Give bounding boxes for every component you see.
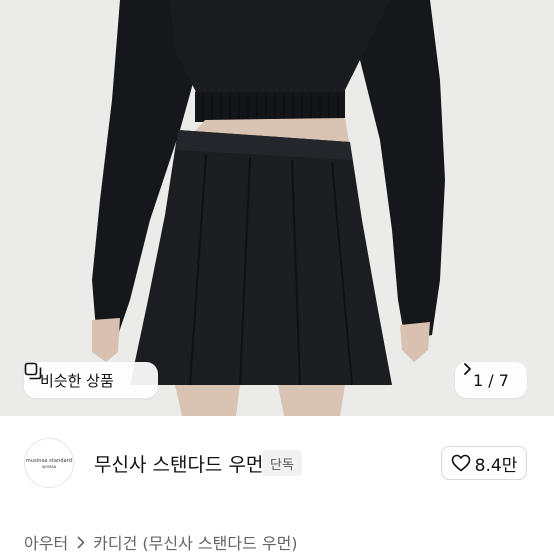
heart-outline-icon [451,454,470,472]
brand-logo-text: musinsa standard [25,457,73,464]
breadcrumb-item-cardigan[interactable]: 카디건 (무신사 스탠다드 우먼) [93,530,297,554]
brand-like-button[interactable]: 8.4만 [441,446,527,480]
gallery-pager[interactable]: 1 / 7 [455,362,527,398]
similar-items-label: 비슷한 상품 [40,371,114,390]
chevron-right-icon [77,536,85,548]
similar-items-icon [24,362,42,380]
chevron-right-icon[interactable] [463,362,472,376]
exclusive-badge: 단독 [262,450,302,476]
product-photo [0,0,554,416]
breadcrumb: 아우터 카디건 (무신사 스탠다드 우먼) [24,530,298,554]
similar-items-button[interactable]: 비슷한 상품 [24,362,158,398]
brand-logo[interactable]: musinsa standard WOMAN [24,438,74,488]
breadcrumb-item-outer[interactable]: 아우터 [24,530,68,554]
brand-row: musinsa standard WOMAN 무신사 스탠다드 우먼 단독 8.… [0,416,554,510]
product-image-gallery[interactable]: 비슷한 상품 1 / 7 [0,0,554,416]
brand-name-link[interactable]: 무신사 스탠다드 우먼 [94,450,263,477]
like-count: 8.4만 [474,455,518,476]
brand-logo-subtext: WOMAN [41,464,57,469]
gallery-page-indicator: 1 / 7 [473,370,509,390]
